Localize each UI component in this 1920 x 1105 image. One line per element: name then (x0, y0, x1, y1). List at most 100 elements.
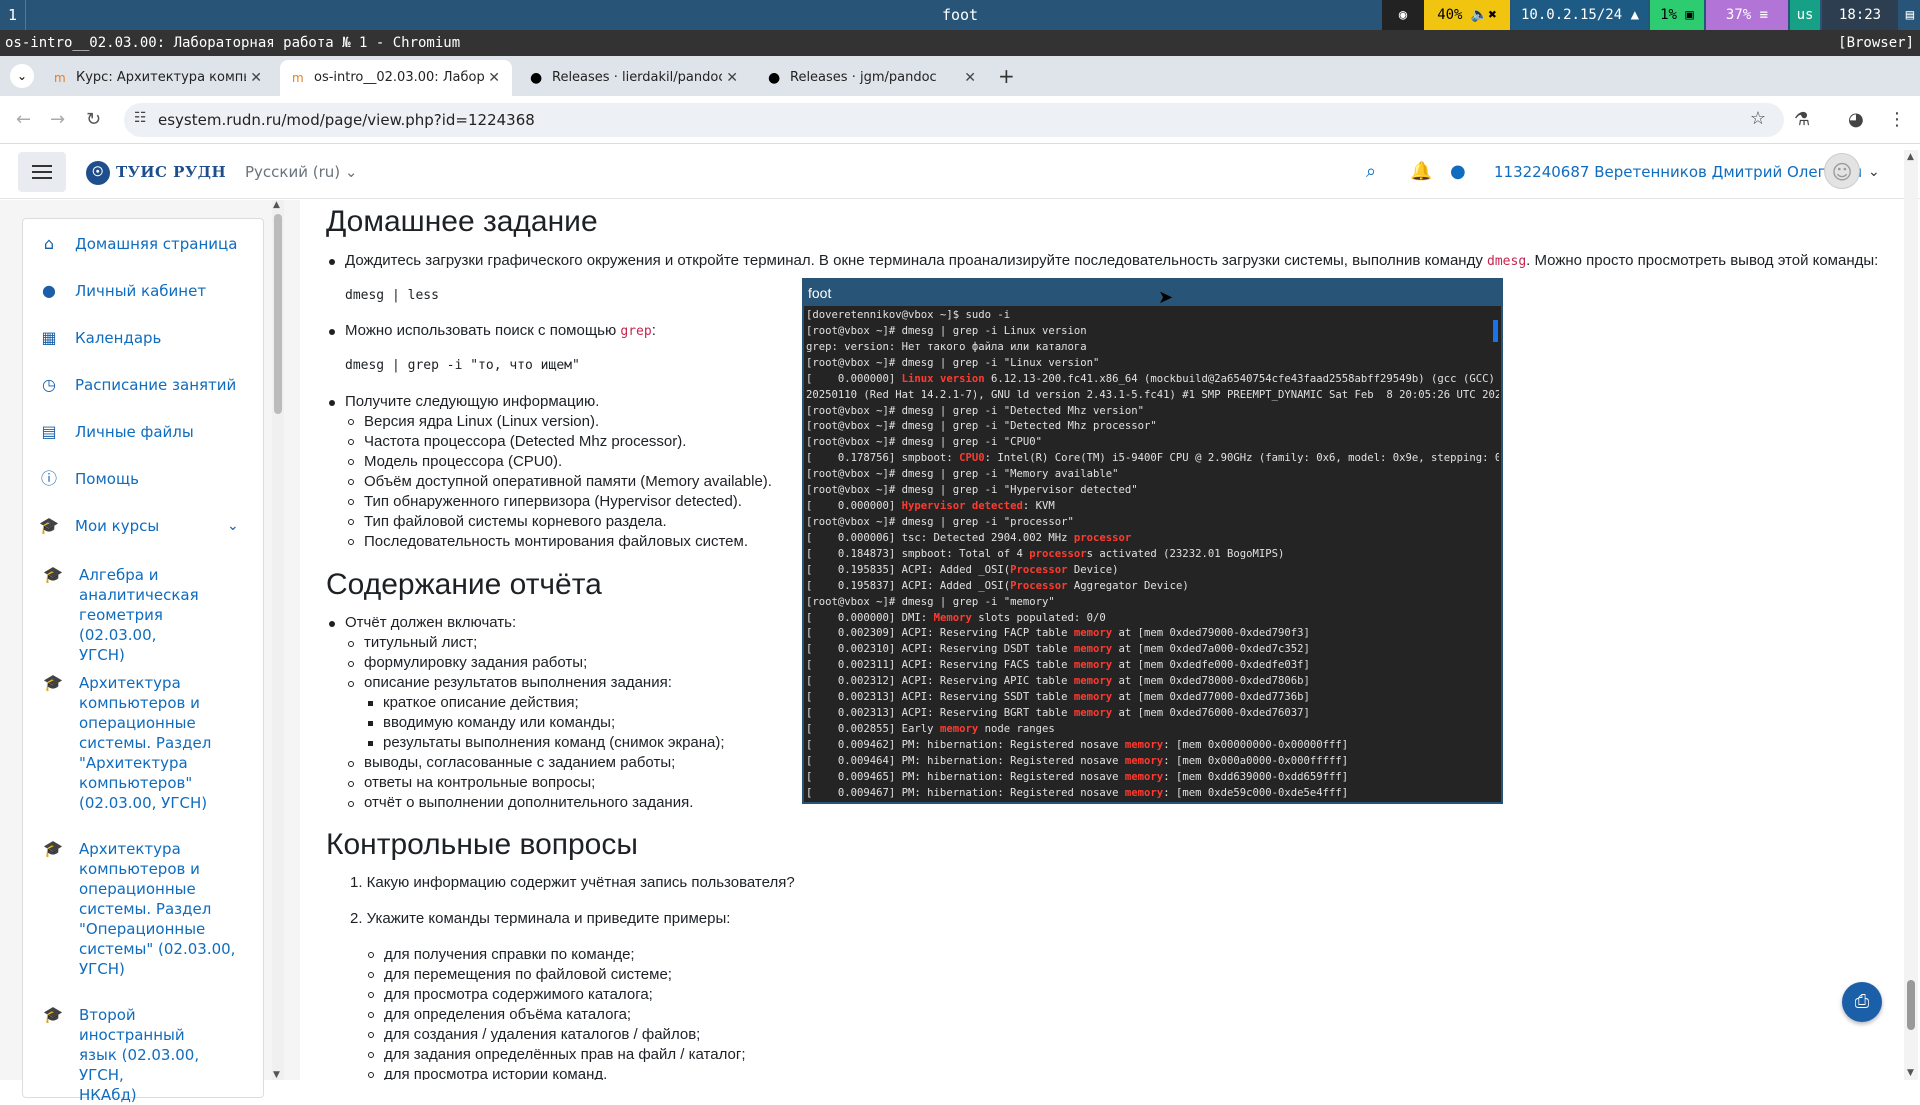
terminal-line: [ 0.002313] ACPI: Reserving SSDT table m… (806, 690, 1499, 706)
question-2-sub: для определения объёма каталога; (384, 1006, 632, 1023)
tray-icon[interactable]: ▤ (1900, 0, 1920, 30)
terminal-text: Device) (1067, 563, 1119, 576)
mic-muted-icon: ✖ (1488, 7, 1497, 23)
terminal-text: [ 0.002855] Early (806, 722, 940, 735)
scroll-up-arrow-icon[interactable]: ▲ (1907, 152, 1914, 162)
terminal-text: [root@vbox ~]# dmesg | grep -i "CPU0" (806, 436, 1042, 449)
course-arch-os[interactable]: 🎓 Архитектура компьютеров и операционные… (23, 839, 263, 979)
nav-item-my-courses[interactable]: 🎓 Мои курсы ⌄ (23, 506, 263, 546)
terminal-text: 6.12.13-200.fc41.x86_64 (mockbuild@2a654… (984, 372, 1499, 385)
terminal-output[interactable]: [doveretennikov@vbox ~]$ sudo -i [root@vb… (806, 308, 1499, 802)
nav-card: ⌂ Домашняя страница ● Личный кабинет ▦ Кале… (22, 218, 264, 1104)
memory-icon: ≡ (1759, 7, 1769, 23)
nav-item-help[interactable]: ⓘ Помощь (23, 459, 263, 499)
back-icon[interactable]: ← (16, 108, 31, 132)
close-icon[interactable]: ✕ (726, 60, 738, 96)
print-button[interactable]: ⎙ (1842, 982, 1882, 1022)
course-line: компьютеров и (79, 694, 200, 712)
moodle-icon: m (54, 71, 66, 85)
chevron-down-icon[interactable]: ⌄ (227, 506, 239, 546)
menu-dots-icon[interactable]: ⋮ (1888, 108, 1906, 132)
tab-releases-pandoc-crossref[interactable]: ● Releases · lierdakil/pandoc-cr ✕ (518, 60, 750, 96)
bookmark-star-icon[interactable]: ☆ (1750, 108, 1766, 129)
language-selector[interactable]: Русский (ru) ⌄ (245, 145, 357, 199)
profile-icon[interactable]: ◕ (1848, 108, 1864, 132)
terminal-text: : [mem 0x00000000-0x00000fff] (1163, 738, 1349, 751)
drawer-scrollbar[interactable]: ▲ ▼ (272, 200, 284, 1080)
labs-flask-icon[interactable]: ⚗ (1794, 108, 1810, 132)
chevron-down-icon[interactable]: ⌄ (1868, 145, 1880, 199)
hw-item-2: Можно использовать поиск с помощью grep: (345, 321, 656, 342)
messages-icon[interactable]: ● (1450, 161, 1466, 183)
speaker-icon: 🔈 (1470, 7, 1489, 23)
drawer-toggle-button[interactable] (18, 152, 66, 192)
scroll-up-arrow-icon[interactable]: ▲ (273, 200, 280, 210)
ethernet-icon: ▲ (1630, 7, 1640, 23)
terminal-text: : KVM (1022, 500, 1055, 513)
github-icon: ● (530, 70, 543, 86)
nav-item-schedule[interactable]: ◷ Расписание занятий (23, 365, 263, 405)
terminal-window[interactable]: foot [doveretennikov@vbox ~]$ sudo -i [ro… (802, 278, 1503, 804)
terminal-text: : [mem 0xde59c000-0xde5e4fff] (1163, 786, 1349, 799)
close-icon[interactable]: ✕ (250, 60, 262, 96)
url-text[interactable]: esystem.rudn.ru/mod/page/view.php?id=122… (158, 103, 535, 137)
nav-item-profile[interactable]: ● Личный кабинет (23, 271, 263, 311)
scrollbar-thumb[interactable] (274, 214, 282, 414)
scrollbar-thumb[interactable] (1907, 980, 1915, 1030)
course-algebra[interactable]: 🎓 Алгебра и аналитическая геометрия (02.… (23, 565, 263, 665)
scroll-down-arrow-icon[interactable]: ▼ (273, 1070, 280, 1080)
terminal-text: 20250110 (Red Hat 14.2.1-7), GNU ld vers… (806, 388, 1499, 401)
scroll-down-arrow-icon[interactable]: ▼ (1907, 1068, 1914, 1078)
forward-icon[interactable]: → (50, 108, 65, 132)
address-bar[interactable]: ☷ esystem.rudn.ru/mod/page/view.php?id=1… (124, 103, 1784, 137)
avatar[interactable]: ☺ (1824, 153, 1860, 189)
bell-icon[interactable]: 🔔 (1410, 161, 1432, 183)
graduation-cap-icon: 🎓 (39, 516, 59, 535)
hw-sub-item: Частота процессора (Detected Mhz process… (364, 433, 687, 450)
tab-search-button[interactable]: ⌄ (10, 64, 34, 88)
terminal-text: [ 0.000006] tsc: Detected 2904.002 MHz (806, 531, 1074, 544)
close-icon[interactable]: ✕ (964, 60, 976, 96)
terminal-line: 20250110 (Red Hat 14.2.1-7), GNU ld vers… (806, 388, 1499, 404)
hw-item-3: Получите следующую информацию. (345, 393, 600, 410)
user-name[interactable]: 1132240687 Веретенников Дмитрий Олегович (1494, 145, 1862, 199)
terminal-text: [ 0.178756] smpboot: (806, 452, 960, 465)
grep-match: Processor (1010, 579, 1068, 592)
nav-item-home[interactable]: ⌂ Домашняя страница (23, 224, 263, 264)
terminal-line: [root@vbox ~]# dmesg | grep -i "Detected… (806, 404, 1499, 420)
workspace-button[interactable]: 1 (0, 0, 26, 30)
hw-item-1-tail: . Можно просто просмотреть вывод этой ко… (1526, 252, 1879, 269)
volume-value: 40% (1437, 7, 1463, 23)
nav-label: Домашняя страница (75, 235, 238, 253)
site-settings-icon[interactable]: ☷ (134, 110, 147, 126)
hw-item-2-text: Можно использовать поиск с помощью (345, 322, 617, 339)
course-line: Второй иностранный (79, 1006, 185, 1044)
question-1: 1. Какую информацию содержит учётная зап… (350, 874, 795, 891)
terminal-text: [ 0.002310] ACPI: Reserving DSDT table (806, 643, 1074, 656)
nav-item-calendar[interactable]: ▦ Календарь (23, 318, 263, 358)
report-sub-item: вводимую команду или команды; (383, 714, 616, 731)
terminal-text: [root@vbox ~]# dmesg | grep -i "Detected… (806, 404, 1145, 417)
volume-block[interactable]: 40% 🔈✖ (1424, 0, 1510, 30)
keyboard-layout[interactable]: us (1790, 0, 1820, 30)
page-scrollbar[interactable]: ▲ ▼ (1904, 150, 1918, 1080)
tab-releases-pandoc[interactable]: ● Releases · jgm/pandoc ✕ (756, 60, 988, 96)
course-foreign-language[interactable]: 🎓 Второй иностранный язык (02.03.00, УГС… (23, 1005, 263, 1105)
new-tab-icon[interactable]: + (998, 66, 1015, 86)
site-logo[interactable]: ☉ ТУИС РУДН (86, 157, 226, 187)
focused-window-title: foot (941, 6, 979, 24)
nav-item-files[interactable]: ▤ Личные файлы (23, 412, 263, 452)
terminal-line: [ 0.009465] PM: hibernation: Registered … (806, 770, 1499, 786)
hw-item-1: Дождитесь загрузки графического окружени… (345, 251, 1878, 272)
course-line: УГСН) (79, 646, 125, 664)
terminal-text: [ 0.009464] PM: hibernation: Registered … (806, 754, 1125, 767)
tab-course[interactable]: m Курс: Архитектура компьютеров ✕ (42, 60, 274, 96)
tab-lab-active[interactable]: m os-intro__02.03.00: Лабораторная ✕ (280, 60, 512, 96)
course-arch-computers[interactable]: 🎓 Архитектура компьютеров и операционные… (23, 673, 263, 813)
course-line: системы. Раздел (79, 900, 212, 918)
search-icon[interactable]: ⌕ (1366, 161, 1376, 183)
close-icon[interactable]: ✕ (488, 60, 500, 96)
terminal-line: [ 0.002309] ACPI: Reserving FACP table m… (806, 626, 1499, 642)
graduation-cap-icon: 🎓 (43, 1005, 63, 1024)
reload-icon[interactable]: ↻ (86, 108, 101, 132)
